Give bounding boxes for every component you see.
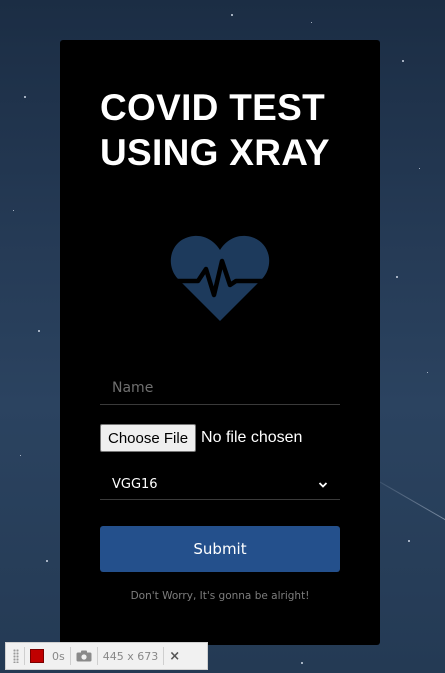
divider (96, 647, 98, 665)
chevron-down-icon (318, 481, 328, 488)
drag-handle-icon[interactable] (13, 649, 19, 663)
name-input[interactable] (100, 371, 340, 405)
model-select-value: VGG16 (112, 477, 158, 492)
footer-note: Don't Worry, It's gonna be alright! (130, 590, 310, 602)
model-select[interactable]: VGG16 (100, 470, 340, 500)
submit-button[interactable]: Submit (100, 526, 340, 572)
file-status-text: No file chosen (201, 429, 303, 446)
viewport-dimensions: 445 x 673 (102, 649, 159, 663)
close-icon[interactable]: × (169, 649, 180, 664)
camera-icon[interactable] (76, 650, 92, 662)
divider (69, 647, 71, 665)
choose-file-button[interactable]: Choose File (100, 424, 197, 452)
record-button-icon[interactable] (30, 649, 44, 663)
test-card: COVID TEST USING XRAY Choose File No fil… (60, 40, 380, 645)
dev-toolbar: 0s 445 x 673 × (5, 642, 208, 670)
page-title: COVID TEST USING XRAY (100, 87, 330, 173)
file-upload: Choose File No file chosen (100, 424, 302, 452)
heart-pulse-icon (170, 235, 270, 321)
divider (24, 647, 25, 665)
timer-text: 0s (52, 649, 65, 663)
divider (163, 647, 165, 665)
